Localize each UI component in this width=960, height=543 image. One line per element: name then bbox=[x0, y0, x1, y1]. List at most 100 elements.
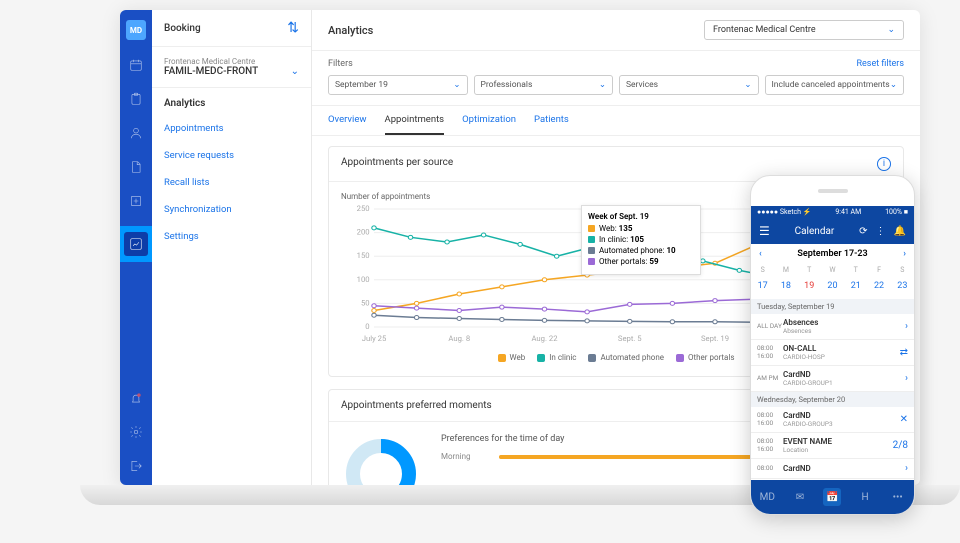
tab-calendar-icon[interactable]: 📅 bbox=[823, 488, 841, 506]
day-number[interactable]: 20 bbox=[821, 279, 844, 293]
phone-bezel bbox=[751, 176, 914, 206]
chevron-down-icon: ⌄ bbox=[887, 25, 895, 35]
event-row[interactable]: 08:00 16:00 CardNDCARDIO-GROUP3 ✕ bbox=[751, 407, 914, 433]
filter-toggle-icon[interactable]: ⇅ bbox=[287, 20, 299, 36]
chart-tooltip: Week of Sept. 19 Web: 135In clinic: 105A… bbox=[581, 205, 701, 275]
info-icon[interactable]: i bbox=[877, 157, 891, 171]
logout-icon[interactable] bbox=[127, 457, 145, 475]
event-row[interactable]: AM PM CardNDCARDIO-GROUP1 › bbox=[751, 366, 914, 392]
svg-text:50: 50 bbox=[361, 299, 370, 308]
filters-panel: Filters Reset filters September 19⌄ Prof… bbox=[312, 51, 920, 106]
filter-professionals[interactable]: Professionals⌄ bbox=[474, 75, 614, 95]
subnav-header: Booking ⇅ bbox=[152, 20, 311, 47]
phone-mockup: ●●●●● Sketch ⚡9:41 AM100% ■ ☰ Calendar ⟳… bbox=[750, 175, 915, 515]
centre-label: Frontenac Medical Centre bbox=[713, 25, 816, 35]
day-number[interactable]: 23 bbox=[891, 279, 914, 293]
svg-text:Sept. 5: Sept. 5 bbox=[618, 334, 642, 343]
clipboard-icon[interactable] bbox=[127, 90, 145, 108]
title-bar: Analytics Frontenac Medical Centre ⌄ bbox=[312, 10, 920, 51]
event-row[interactable]: 08:00 16:00 ON-CALLCARDIO-HOSP ⇄ bbox=[751, 340, 914, 366]
sub-navigation: Booking ⇅ Frontenac Medical Centre FAMIL… bbox=[152, 10, 312, 485]
day-number[interactable]: 21 bbox=[844, 279, 867, 293]
filter-canceled[interactable]: Include canceled appointments⌄ bbox=[765, 75, 905, 95]
donut-chart bbox=[341, 434, 421, 485]
tab-settings-icon[interactable]: ••• bbox=[889, 488, 907, 506]
svg-text:200: 200 bbox=[357, 228, 370, 237]
tab-patients[interactable]: Patients bbox=[534, 106, 569, 135]
user-icon[interactable] bbox=[127, 124, 145, 142]
legend-item[interactable]: Other portals bbox=[676, 353, 734, 362]
svg-text:150: 150 bbox=[357, 252, 370, 261]
tab-mail-icon[interactable]: ✉ bbox=[791, 488, 809, 506]
phone-event-list[interactable]: Tuesday, September 19 ALL DAY AbsencesAb… bbox=[751, 299, 914, 479]
tooltip-title: Week of Sept. 19 bbox=[588, 212, 694, 221]
event-row[interactable]: 08:00 CardND › bbox=[751, 459, 914, 479]
svg-text:Aug. 8: Aug. 8 bbox=[448, 334, 470, 343]
event-row[interactable]: 08:00 16:00 EVENT NAMELocation 2/8 bbox=[751, 433, 914, 459]
bell-icon[interactable]: 🔔 bbox=[894, 226, 906, 237]
event-action-icon[interactable]: › bbox=[905, 463, 908, 474]
day-number[interactable]: 17 bbox=[751, 279, 774, 293]
prev-week-icon[interactable]: ‹ bbox=[751, 249, 770, 259]
phone-nav-title: Calendar bbox=[795, 226, 835, 237]
svg-text:July 25: July 25 bbox=[362, 334, 387, 343]
reset-filters-link[interactable]: Reset filters bbox=[856, 59, 904, 69]
card-title: Appointments preferred moments bbox=[341, 400, 492, 411]
svg-text:Aug. 22: Aug. 22 bbox=[531, 334, 557, 343]
event-action-icon[interactable]: › bbox=[905, 373, 908, 384]
event-row[interactable]: ALL DAY AbsencesAbsences › bbox=[751, 314, 914, 340]
next-week-icon[interactable]: › bbox=[895, 249, 914, 259]
tab-hospital-icon[interactable]: H bbox=[856, 488, 874, 506]
location-name: Frontenac Medical Centre bbox=[164, 57, 299, 66]
tab-overview[interactable]: Overview bbox=[328, 106, 367, 135]
day-number[interactable]: 19 bbox=[798, 279, 821, 293]
event-action-icon[interactable]: 2/8 bbox=[893, 440, 908, 451]
event-action-icon[interactable]: ✕ bbox=[900, 414, 908, 425]
tabs: Overview Appointments Optimization Patie… bbox=[312, 106, 920, 136]
svg-text:Sept. 19: Sept. 19 bbox=[701, 334, 729, 343]
event-action-icon[interactable]: ⇄ bbox=[900, 347, 908, 358]
section-title: Analytics bbox=[152, 88, 311, 115]
refresh-icon[interactable]: ⟳ bbox=[859, 226, 867, 237]
filter-date[interactable]: September 19⌄ bbox=[328, 75, 468, 95]
day-header: Wednesday, September 20 bbox=[751, 392, 914, 407]
calendar-icon[interactable] bbox=[127, 56, 145, 74]
phone-week-picker: ‹ September 17-23 › SMTWTFS 171819202122… bbox=[751, 244, 914, 299]
phone-status-bar: ●●●●● Sketch ⚡9:41 AM100% ■ bbox=[751, 206, 914, 218]
logo[interactable]: MD bbox=[126, 20, 146, 40]
document-icon[interactable] bbox=[127, 158, 145, 176]
svg-text:250: 250 bbox=[357, 205, 370, 213]
gear-icon[interactable] bbox=[127, 423, 145, 441]
svg-text:100: 100 bbox=[357, 275, 370, 284]
phone-nav-bar: ☰ Calendar ⟳ ⋮ 🔔 bbox=[751, 218, 914, 244]
subnav-title: Booking bbox=[164, 23, 201, 34]
legend-item[interactable]: In clinic bbox=[537, 353, 576, 362]
chevron-down-icon: ⌄ bbox=[291, 66, 299, 77]
event-action-icon[interactable]: › bbox=[905, 321, 908, 332]
legend-item[interactable]: Automated phone bbox=[588, 353, 664, 362]
week-title: September 17-23 bbox=[797, 249, 867, 259]
nav-appointments[interactable]: Appointments bbox=[152, 115, 311, 142]
active-rail-item[interactable] bbox=[120, 226, 152, 262]
nav-recall-lists[interactable]: Recall lists bbox=[152, 169, 311, 196]
location-code: FAMIL-MEDC-FRONT⌄ bbox=[164, 66, 299, 77]
day-number[interactable]: 18 bbox=[774, 279, 797, 293]
tab-appointments[interactable]: Appointments bbox=[385, 106, 445, 135]
more-icon[interactable]: ⋮ bbox=[876, 226, 886, 237]
svg-text:0: 0 bbox=[365, 322, 369, 331]
tab-logo-icon[interactable]: MD bbox=[758, 488, 776, 506]
nav-synchronization[interactable]: Synchronization bbox=[152, 196, 311, 223]
location-selector[interactable]: Frontenac Medical Centre FAMIL-MEDC-FRON… bbox=[152, 47, 311, 88]
filters-label: Filters bbox=[328, 59, 353, 69]
centre-selector[interactable]: Frontenac Medical Centre ⌄ bbox=[704, 20, 904, 40]
phone-tab-bar: MD ✉ 📅 H ••• bbox=[751, 480, 914, 514]
day-number[interactable]: 22 bbox=[867, 279, 890, 293]
tab-optimization[interactable]: Optimization bbox=[462, 106, 516, 135]
nav-settings[interactable]: Settings bbox=[152, 223, 311, 250]
filter-services[interactable]: Services⌄ bbox=[619, 75, 759, 95]
nav-service-requests[interactable]: Service requests bbox=[152, 142, 311, 169]
hamburger-icon[interactable]: ☰ bbox=[759, 224, 770, 238]
legend-item[interactable]: Web bbox=[498, 353, 526, 362]
hospital-icon[interactable] bbox=[127, 192, 145, 210]
bell-icon[interactable] bbox=[127, 389, 145, 407]
